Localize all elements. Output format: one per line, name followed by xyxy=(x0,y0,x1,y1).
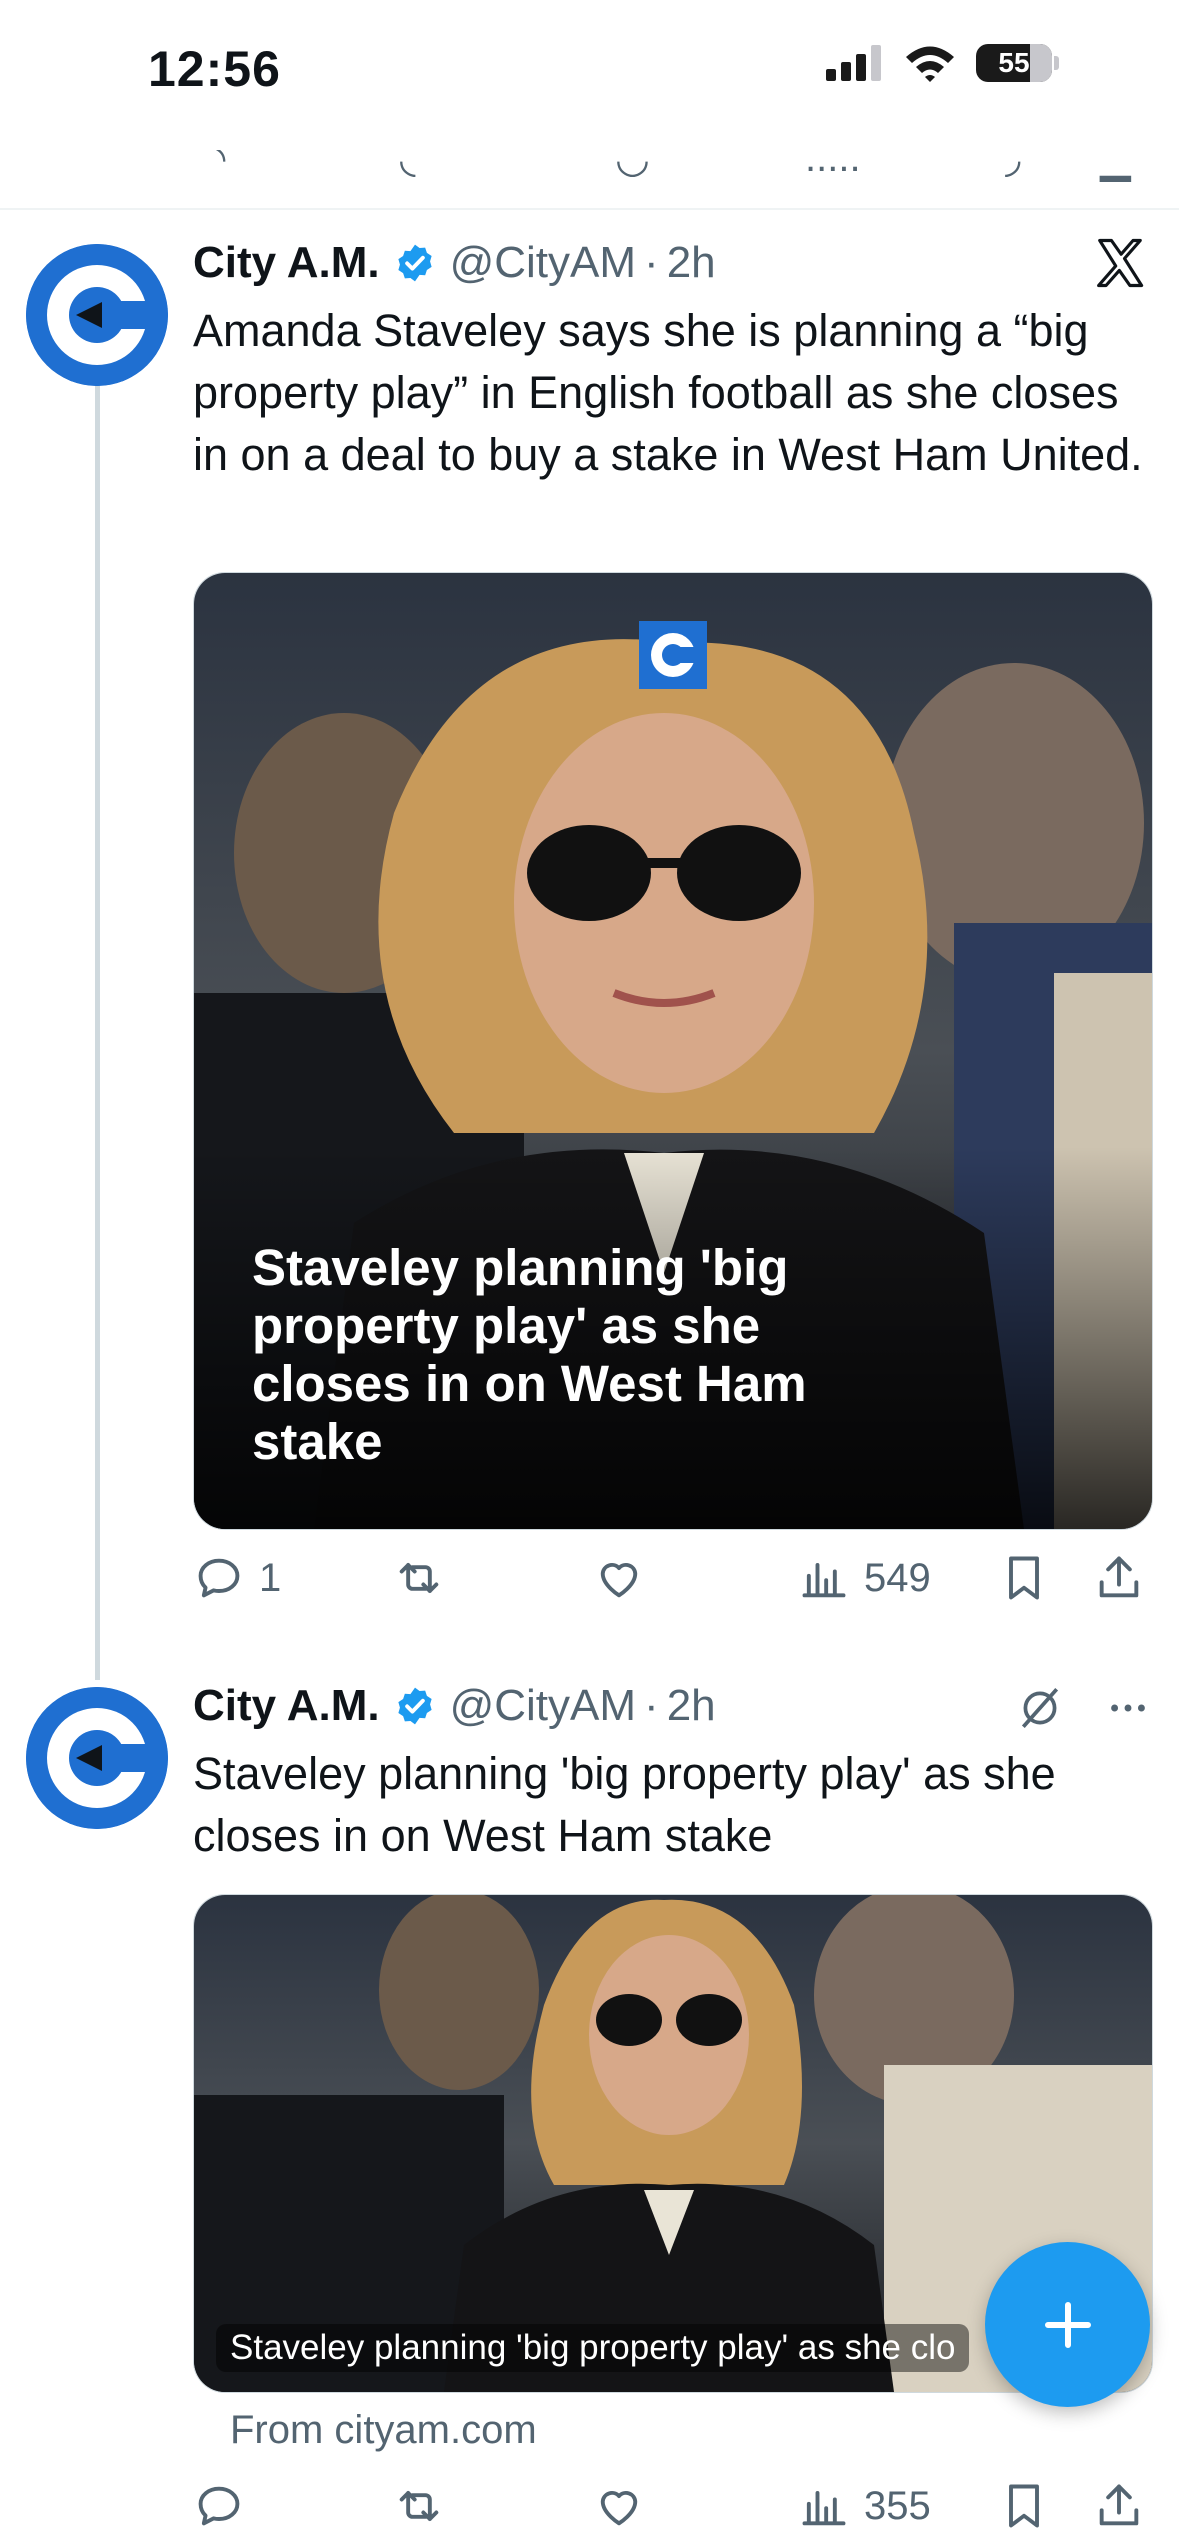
views-icon xyxy=(802,2491,846,2526)
verified-badge-icon xyxy=(397,244,432,282)
author-name[interactable]: City A.M. xyxy=(193,238,380,288)
battery-icon: 55 xyxy=(976,44,1052,82)
previous-post-actions: ◝ ◟ ◡ ..... ◞ ▁ xyxy=(0,150,1179,210)
repost-button[interactable] xyxy=(393,1552,459,1604)
separator: · xyxy=(644,238,659,287)
post-text: Amanda Staveley says she is planning a “… xyxy=(193,305,1143,480)
media-caption: Staveley planning 'big property play' as… xyxy=(216,2324,970,2372)
post-header: City A.M. @CityAM · 2h xyxy=(193,238,716,288)
signal-icon xyxy=(826,45,881,81)
verified-badge-icon xyxy=(397,1687,432,1725)
compose-icon xyxy=(1044,2301,1091,2348)
reply-icon[interactable]: ◝ xyxy=(210,150,226,182)
more-icon[interactable] xyxy=(1105,1685,1151,1731)
repost-icon xyxy=(399,2491,439,2521)
views-icon xyxy=(802,1563,846,1598)
avatar[interactable] xyxy=(26,244,168,386)
separator: · xyxy=(644,1681,659,1730)
share-icon xyxy=(1099,1556,1139,1598)
reply-button[interactable] xyxy=(193,2480,259,2532)
views-icon[interactable]: ..... xyxy=(805,150,861,181)
bookmark-icon[interactable]: ◞ xyxy=(1005,150,1021,182)
status-icons: 55 xyxy=(826,44,1059,82)
repost-icon xyxy=(399,1563,439,1593)
source-link[interactable]: From cityam.com xyxy=(230,2408,537,2453)
like-icon xyxy=(600,1562,638,1598)
reply-button[interactable]: 1 xyxy=(193,1552,281,1604)
like-icon[interactable]: ◡ xyxy=(615,150,650,182)
bookmark-button[interactable] xyxy=(998,1552,1050,1604)
reply-icon xyxy=(198,2486,240,2526)
share-button[interactable] xyxy=(1093,1552,1145,1604)
promoted-icon[interactable] xyxy=(1015,1683,1065,1733)
like-button[interactable] xyxy=(593,1552,659,1604)
post-media[interactable]: Staveley planning 'big property play' as… xyxy=(193,572,1153,1530)
repost-button[interactable] xyxy=(393,2480,459,2532)
author-handle[interactable]: @CityAM xyxy=(450,1681,636,1731)
views-button[interactable]: 355 xyxy=(798,2480,931,2532)
post-age[interactable]: 2h xyxy=(667,1681,716,1731)
share-icon xyxy=(1099,2484,1139,2526)
post-header: City A.M. @CityAM · 2h xyxy=(193,1681,716,1731)
wifi-icon xyxy=(906,46,954,82)
post-text: Staveley planning 'big property play' as… xyxy=(193,1748,1056,1861)
status-bar: 12:56 55 xyxy=(0,0,1179,150)
bookmark-icon xyxy=(1009,1556,1039,1600)
avatar[interactable] xyxy=(26,1687,168,1829)
thread-line xyxy=(95,385,100,1680)
views-button[interactable]: 549 xyxy=(798,1552,931,1604)
share-button[interactable] xyxy=(1093,2480,1145,2532)
status-time: 12:56 xyxy=(148,41,281,97)
x-logo-icon xyxy=(1097,238,1144,288)
bookmark-icon xyxy=(1009,2484,1039,2528)
share-icon[interactable]: ▁ xyxy=(1100,150,1131,182)
post-corner-controls xyxy=(1015,1683,1151,1733)
views-count: 549 xyxy=(864,1555,931,1600)
compose-button[interactable] xyxy=(985,2242,1150,2407)
reply-count: 1 xyxy=(259,1555,282,1600)
bookmark-button[interactable] xyxy=(998,2480,1050,2532)
media-headline: Staveley planning 'big property play' as… xyxy=(252,1239,807,1470)
like-button[interactable] xyxy=(593,2480,659,2532)
battery-level: 55 xyxy=(998,47,1030,78)
post-age[interactable]: 2h xyxy=(667,238,716,288)
views-count: 355 xyxy=(864,2483,931,2528)
post-actions: 1 549 xyxy=(193,1552,1153,1612)
like-icon xyxy=(600,2490,638,2526)
author-handle[interactable]: @CityAM xyxy=(450,238,636,288)
author-name[interactable]: City A.M. xyxy=(193,1681,380,1731)
reply-icon xyxy=(198,1558,240,1598)
post-actions: 355 xyxy=(193,2480,1153,2540)
repost-icon[interactable]: ◟ xyxy=(400,150,416,182)
